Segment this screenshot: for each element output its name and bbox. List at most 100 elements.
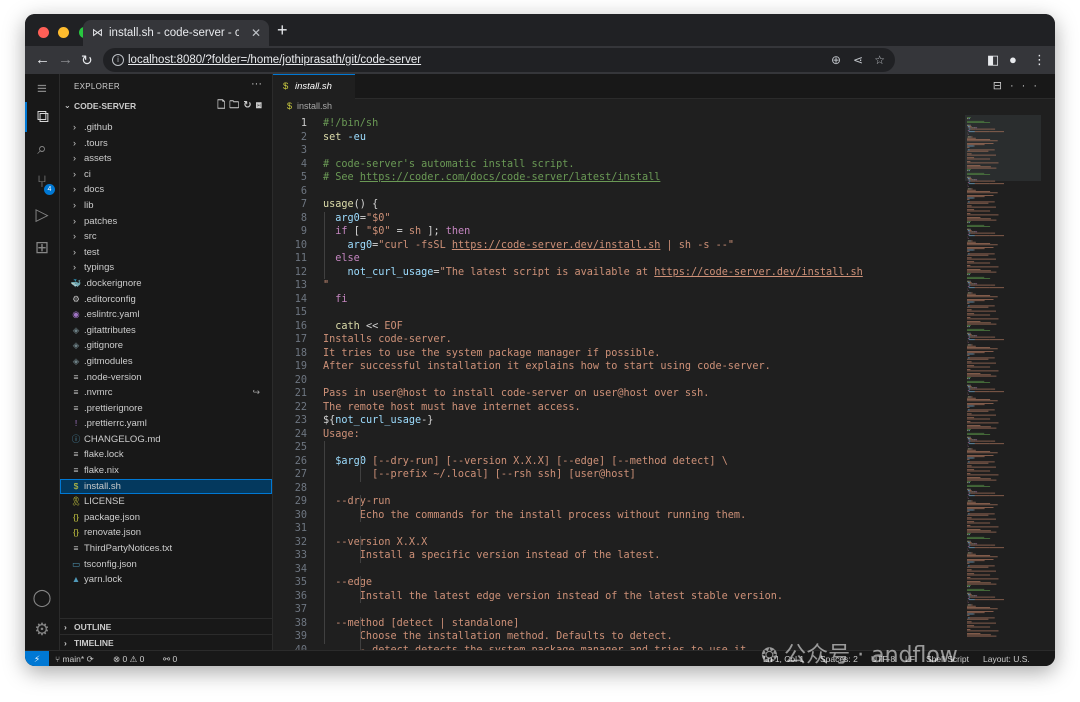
settings-gear-icon[interactable]: ⚙ [25,615,59,645]
code-line[interactable]: ${not_curl_usage-} [323,414,433,428]
code-text-area[interactable]: 1 #!/bin/sh 2 set -eu 3 4 # code-server's auto… [273,115,963,650]
vertical-scrollbar[interactable] [1043,115,1055,650]
code-line[interactable]: " [323,279,329,293]
file-item[interactable]: ▭ tsconfig.json [60,557,272,573]
explorer-icon[interactable]: ⧉ [25,102,59,132]
file-item[interactable]: ◈ .gitmodules [60,354,272,370]
folder-item[interactable]: › assets [60,151,272,167]
keyboard-layout[interactable]: Layout: U.S. [983,651,1030,666]
code-line[interactable]: set -eu [323,131,366,145]
code-line[interactable]: # code-server's automatic install script… [323,158,574,172]
editor-more-icon[interactable]: ··· [1010,80,1045,92]
folder-item[interactable]: › ci [60,167,272,183]
run-debug-icon[interactable]: ▷ [25,200,59,230]
file-item[interactable]: ≡ flake.nix [60,463,272,479]
file-item[interactable]: ≡ .node-version [60,370,272,386]
file-item[interactable]: {} renovate.json [60,525,272,541]
folder-item[interactable]: › lib [60,198,272,214]
code-line[interactable]: Installs code-server. [323,333,452,347]
code-line[interactable]: arg0="curl -fsSL https://code-server.dev… [323,239,734,253]
source-control-icon[interactable]: ⑂ 4 [25,167,59,197]
code-line[interactable]: else [323,252,360,266]
back-arrow-icon[interactable]: ← [35,46,50,74]
ports-status[interactable]: ⚯ 0 [163,651,177,666]
more-actions-icon[interactable]: ··· [251,78,262,90]
browser-tab[interactable]: ⋈ install.sh - code-server - code-server… [83,20,269,46]
folder-item[interactable]: › docs [60,182,272,198]
folder-item[interactable]: › patches [60,214,272,230]
install-app-icon[interactable]: ⊕ [831,48,841,72]
file-item[interactable]: 🎗 LICENSE [60,494,272,510]
file-item[interactable]: ≡ .nvmrc ↪ [60,385,272,401]
close-window-button[interactable] [38,27,49,38]
timeline-section[interactable]: › TIMELINE [60,634,272,651]
code-line[interactable]: not_curl_usage="The latest script is ava… [323,266,863,280]
code-line[interactable]: arg0="$0" [323,212,390,226]
profile-icon[interactable]: ● [1009,46,1017,74]
file-item[interactable]: 🐳 .dockerignore [60,276,272,292]
collapse-all-icon[interactable]: ⧈ [256,100,266,111]
code-line[interactable]: --version X.X.X [323,536,427,550]
editor-tab-install-sh[interactable]: $ install.sh [273,74,355,99]
file-item[interactable]: ⓘ CHANGELOG.md [60,432,272,448]
code-line[interactable]: --edge [323,576,372,590]
refresh-icon[interactable]: ↻ [243,100,255,111]
side-panel-icon[interactable]: ◧ [987,46,999,74]
branch-status[interactable]: ⑂ main* ⟳ [55,651,94,666]
code-line[interactable]: Pass in user@host to install code-server… [323,387,709,401]
code-line[interactable]: The remote host must have internet acces… [323,401,581,415]
new-folder-icon[interactable]: 🗀 [229,100,243,111]
more-menu-icon[interactable]: ⋮ [1033,46,1046,74]
site-info-icon[interactable]: i [112,54,124,66]
forward-arrow-icon[interactable]: → [58,46,73,74]
code-line[interactable]: After successful installation it explain… [323,360,771,374]
file-item[interactable]: ◈ .gitattributes [60,323,272,339]
code-line[interactable]: It tries to use the system package manag… [323,347,660,361]
new-file-icon[interactable]: 🗋 [217,100,229,111]
minimap-viewport[interactable] [965,115,1041,181]
share-icon[interactable]: ⋖ [853,48,863,72]
folder-item[interactable]: › src [60,229,272,245]
folder-item[interactable]: › typings [60,260,272,276]
code-line[interactable]: Echo the commands for the install proces… [323,509,746,523]
code-line[interactable]: Choose the installation method. Defaults… [323,630,673,644]
code-line[interactable]: usage() { [323,198,378,212]
file-item[interactable]: {} package.json [60,510,272,526]
code-line[interactable]: --method [detect | standalone] [323,617,519,631]
code-line[interactable]: $arg0 [--dry-run] [--version X.X.X] [--e… [323,455,728,469]
code-line[interactable]: Usage: [323,428,360,442]
minimize-window-button[interactable] [58,27,70,38]
file-item[interactable]: ≡ flake.lock [60,447,272,463]
code-line[interactable]: --dry-run [323,495,390,509]
workspace-header[interactable]: ⌄ CODE-SERVER 🗋🗀↻⧈ [60,98,272,114]
file-item[interactable]: ◈ .gitignore [60,338,272,354]
code-line[interactable]: #!/bin/sh [323,117,378,131]
file-item[interactable]: ⚙ .editorconfig [60,292,272,308]
bookmark-star-icon[interactable]: ☆ [874,48,885,72]
breadcrumb[interactable]: $ install.sh [287,98,332,114]
file-item[interactable]: ◉ .eslintrc.yaml [60,307,272,323]
minimap[interactable] [965,115,1041,650]
folder-item[interactable]: › .tours [60,136,272,152]
file-item[interactable]: ▲ yarn.lock [60,572,272,588]
search-icon[interactable]: ⌕ [25,134,59,164]
file-item[interactable]: ! .prettierrc.yaml [60,416,272,432]
extensions-icon[interactable]: ⊞ [25,233,59,263]
code-line[interactable]: [--prefix ~/.local] [--rsh ssh] [user@ho… [323,468,636,482]
new-tab-button[interactable]: + [277,18,288,42]
code-line[interactable]: Install a specific version instead of th… [323,549,661,563]
folder-item[interactable]: › .github [60,120,272,136]
outline-section[interactable]: › OUTLINE [60,618,272,635]
remote-indicator-icon[interactable]: ⚡ [25,651,49,666]
file-item[interactable]: $ install.sh [60,478,272,495]
file-item[interactable]: ≡ .prettierignore [60,401,272,417]
file-item[interactable]: ≡ ThirdPartyNotices.txt [60,541,272,557]
code-line[interactable]: Install the latest edge version instead … [323,590,783,604]
menu-icon[interactable]: ≡ [25,74,59,104]
reload-icon[interactable]: ↻ [81,46,93,74]
problems-status[interactable]: ⊗ 0 ⚠ 0 [113,651,144,666]
code-line[interactable]: # See https://coder.com/docs/code-server… [323,171,660,185]
accounts-icon[interactable]: ◯ [25,583,59,613]
folder-item[interactable]: › test [60,245,272,261]
code-line[interactable]: cath << EOF [323,320,403,334]
